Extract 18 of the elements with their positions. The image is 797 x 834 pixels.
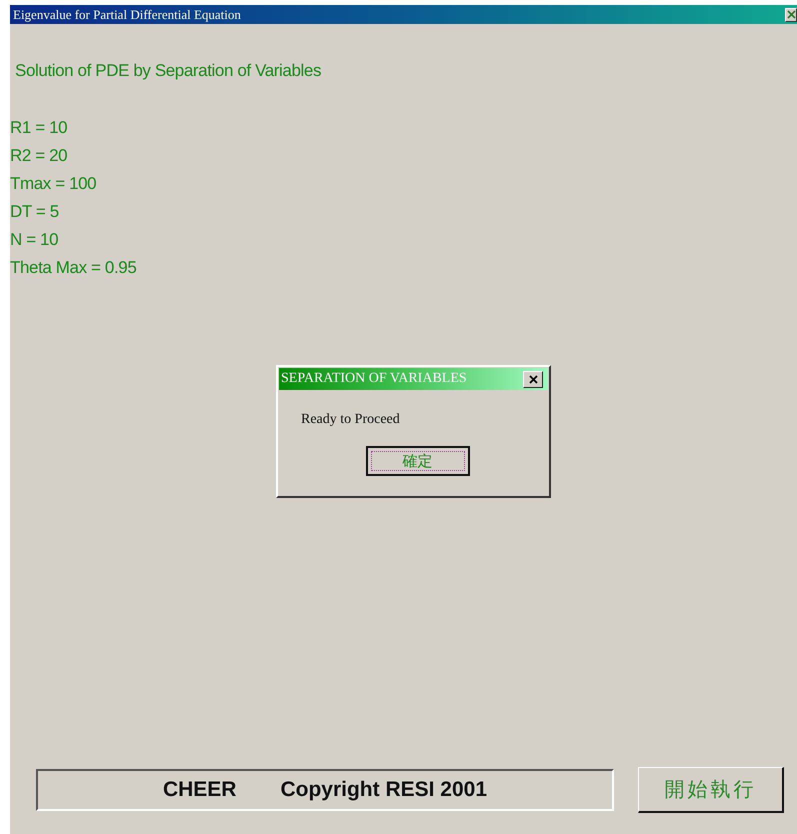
ok-button[interactable]: 確定	[366, 446, 470, 476]
close-button[interactable]	[785, 8, 797, 22]
heading: Solution of PDE by Separation of Variables	[15, 61, 322, 81]
dialog-title: SEPARATION OF VARIABLES	[280, 371, 467, 387]
parameter-text: Theta Max = 0.95	[10, 257, 138, 279]
parameter-text: R1 = 10	[10, 117, 68, 139]
start-button[interactable]: 開始執行	[638, 767, 784, 813]
close-icon	[786, 10, 796, 19]
close-button[interactable]	[523, 370, 543, 388]
dialog-message: Ready to Proceed	[301, 412, 401, 428]
parameter-text: R2 = 20	[10, 145, 68, 167]
parameter-text: Tmax = 100	[10, 173, 98, 195]
footer-text: CHEER	[162, 778, 236, 802]
close-icon	[528, 374, 538, 384]
parameter-text: DT = 5	[10, 201, 60, 223]
footer-text: Copyright RESI 2001	[280, 778, 488, 802]
window-title: Eigenvalue for Partial Differential Equation	[12, 6, 241, 22]
parameter-text: N = 10	[10, 229, 60, 251]
